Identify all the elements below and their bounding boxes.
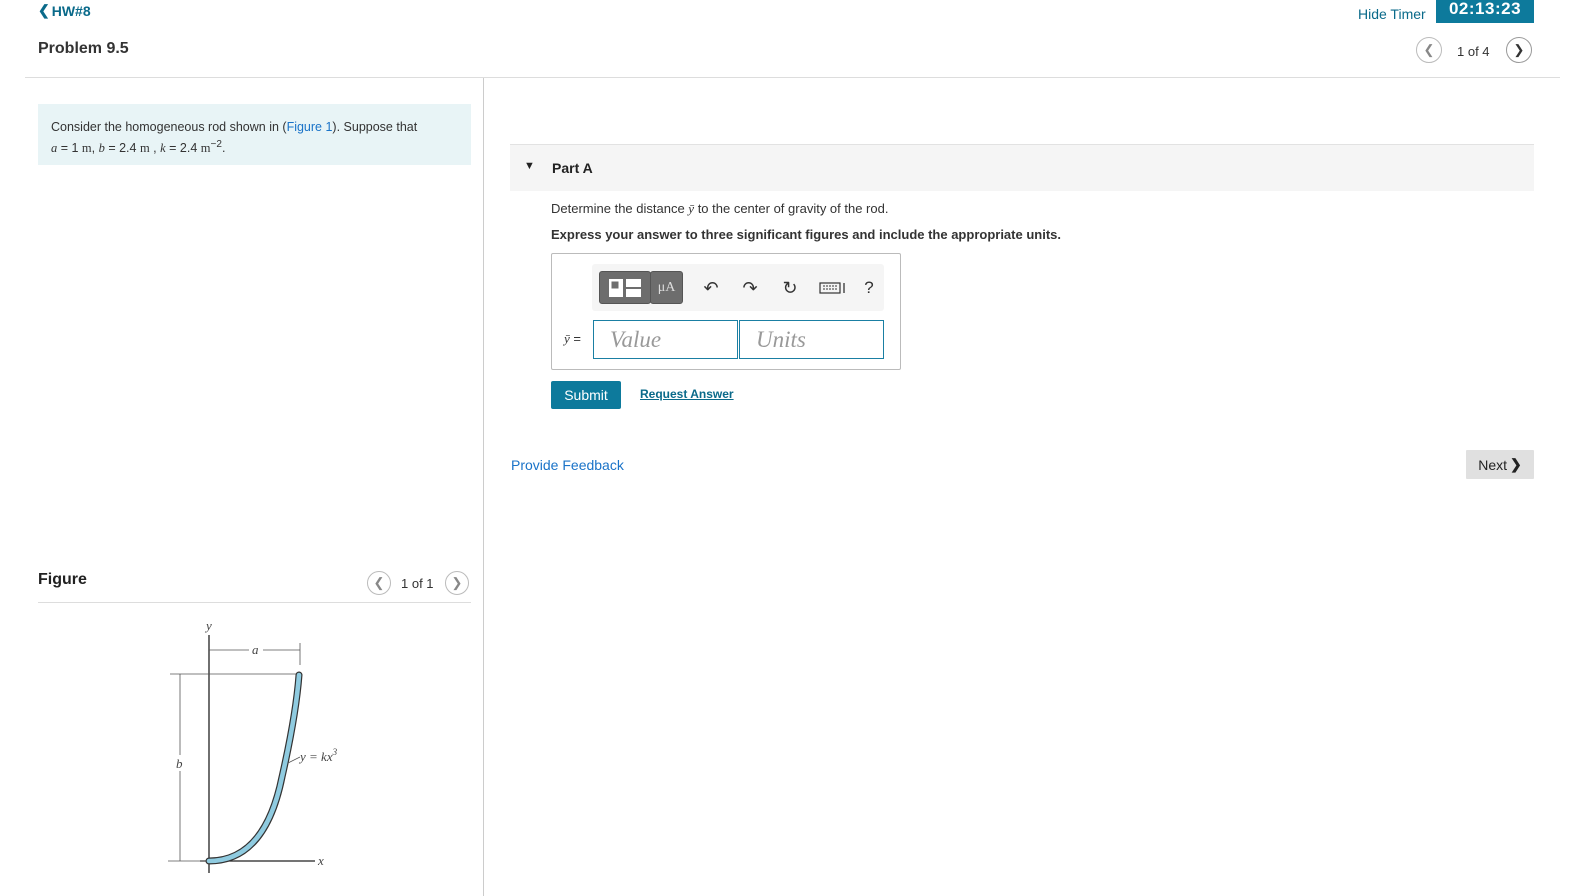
previous-problem-button[interactable]: ❮ [1416, 37, 1442, 63]
chevron-left-icon: ❮ [1423, 42, 1435, 57]
timer-display: 02:13:23 [1436, 0, 1534, 23]
column-divider [483, 78, 484, 896]
a-value: = 1 [57, 141, 82, 156]
curve-equation-label: y = kx3 [298, 747, 338, 764]
chevron-left-icon: ❮ [373, 575, 385, 590]
intro-text: Consider the homogeneous rod shown in ( [51, 120, 287, 134]
help-icon[interactable]: ? [858, 277, 880, 299]
value-input[interactable]: Value [593, 320, 738, 359]
part-a-header[interactable]: ▼ Part A [510, 144, 1534, 191]
collapse-triangle-icon: ▼ [524, 160, 535, 172]
units-tool-label: μA [657, 279, 676, 295]
b-label: b [176, 756, 183, 771]
answer-instruction: Express your answer to three significant… [551, 227, 1061, 242]
k-value: = 2.4 [165, 141, 201, 156]
problem-title: Problem 9.5 [38, 40, 129, 57]
figure-prev-button[interactable]: ❮ [367, 571, 391, 595]
reset-icon[interactable]: ↻ [779, 277, 801, 299]
b-unit: m [139, 141, 150, 156]
undo-icon[interactable]: ↶ [700, 277, 722, 299]
next-button[interactable]: Next ❯ [1466, 450, 1534, 479]
templates-button[interactable] [599, 271, 651, 304]
answer-variable-label: ȳ = [564, 331, 581, 346]
redo-icon[interactable]: ↷ [739, 277, 761, 299]
request-answer-link[interactable]: Request Answer [640, 387, 734, 401]
a-label: a [252, 642, 259, 657]
units-input[interactable]: Units [739, 320, 884, 359]
problem-pager: 1 of 4 [1457, 44, 1490, 59]
math-toolbar: μA ↶ ↷ ↻ ? [592, 264, 884, 311]
chevron-right-icon: ❯ [1513, 42, 1525, 57]
k-exponent: −2 [210, 139, 222, 150]
back-link-label: HW#8 [51, 2, 91, 19]
figure-pager: 1 of 1 [401, 576, 434, 591]
provide-feedback-link[interactable]: Provide Feedback [511, 457, 624, 473]
hide-timer-link[interactable]: Hide Timer [1358, 6, 1426, 22]
chevron-right-icon: ❯ [1510, 456, 1522, 472]
next-button-label: Next [1478, 456, 1508, 473]
next-problem-button[interactable]: ❯ [1506, 37, 1532, 63]
units-button[interactable]: μA [650, 271, 683, 304]
figure-next-button[interactable]: ❯ [445, 571, 469, 595]
k-unit: m [200, 141, 211, 156]
b-value: = 2.4 [104, 141, 140, 156]
problem-statement: Consider the homogeneous rod shown in (F… [38, 104, 471, 165]
header-divider [25, 77, 1560, 78]
submit-button[interactable]: Submit [551, 381, 621, 409]
question-text: Determine the distance ȳ to the center o… [551, 201, 889, 216]
y-axis-label: y [204, 618, 212, 633]
intro-text-after: ). Suppose that [332, 120, 418, 134]
rod-curve [206, 672, 302, 864]
figure-title: Figure [38, 571, 87, 588]
a-unit: m [81, 141, 92, 156]
chevron-left-icon: ❮ [38, 2, 50, 18]
figure-divider [38, 602, 471, 603]
answer-box: μA ↶ ↷ ↻ ? ȳ = Value Units [551, 253, 901, 370]
part-a-label: Part A [552, 160, 593, 176]
keyboard-icon[interactable] [818, 277, 848, 299]
templates-icon [609, 278, 641, 297]
chevron-right-icon: ❯ [451, 575, 463, 590]
figure-link[interactable]: Figure 1 [287, 120, 333, 134]
x-axis-label: x [317, 853, 324, 868]
rod-figure: a b y x y = kx3 [168, 618, 338, 873]
back-to-assignment-link[interactable]: ❮ HW#8 [38, 2, 91, 19]
